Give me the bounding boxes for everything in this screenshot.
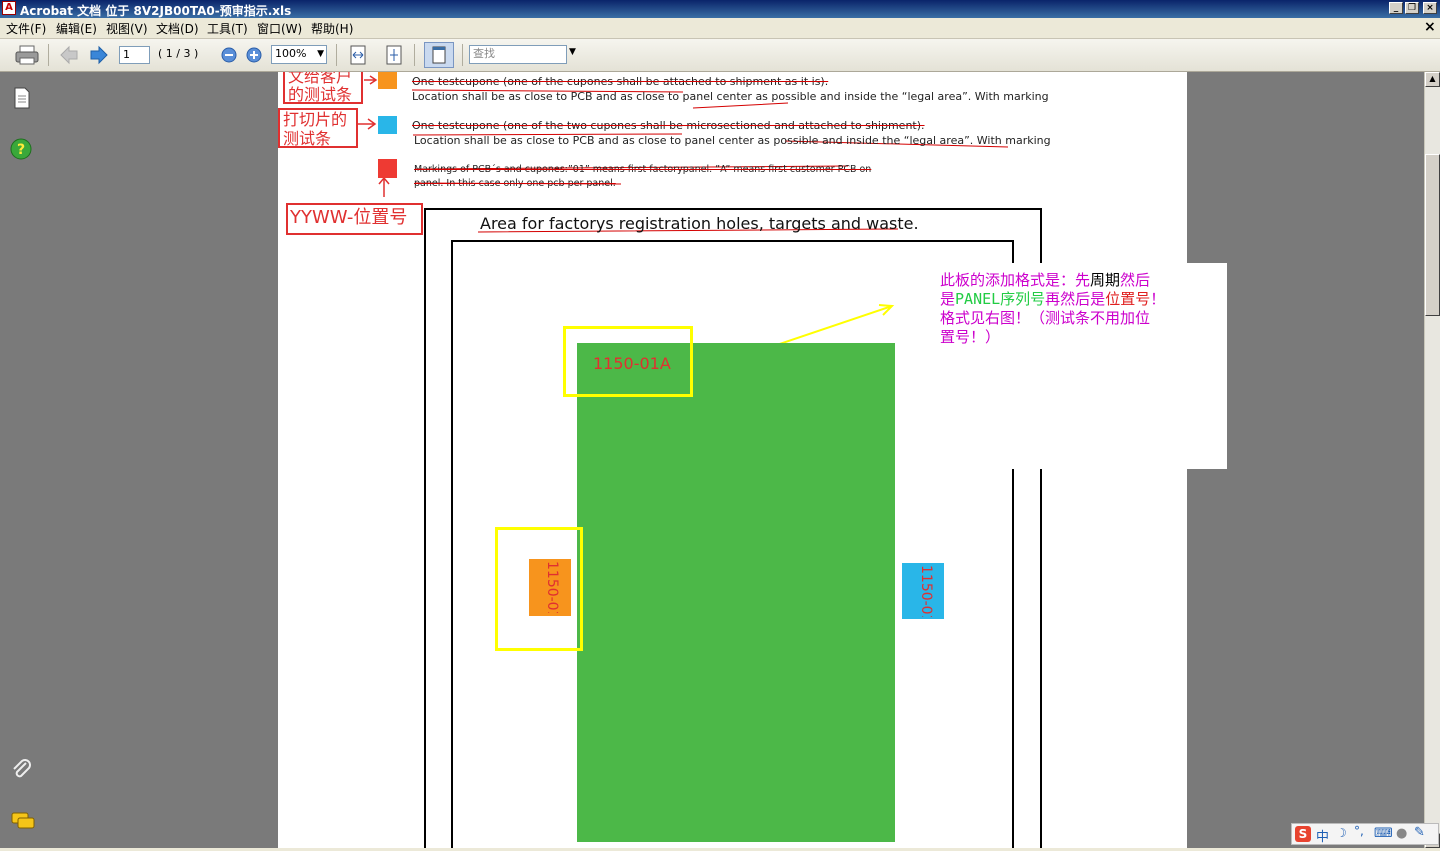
annotation-part3: 然后 (1120, 271, 1151, 289)
annotation-part1: 此板的添加格式是：先 (940, 271, 1091, 289)
pcb-label: 1150-01A (593, 354, 671, 373)
menu-edit[interactable]: 编辑(E) (56, 20, 97, 37)
print-icon[interactable] (14, 43, 40, 67)
annotation-period: 周期 (1090, 271, 1121, 289)
orange-coupon-label: 1150-01 (544, 561, 560, 613)
page-count: ( 1 / 3 ) (158, 47, 199, 60)
note-3a: Markings of PCB´s and cupones:”01” means… (414, 164, 872, 175)
ime-settings-icon[interactable]: ✎ (1414, 825, 1425, 840)
menu-help[interactable]: 帮助(H) (311, 20, 353, 37)
ime-user-icon[interactable]: ● (1396, 826, 1407, 841)
pages-icon[interactable] (12, 86, 32, 110)
ime-keyboard-icon[interactable]: ⌨ (1374, 826, 1393, 841)
fit-page-icon[interactable] (383, 43, 405, 67)
area-title: Area for factorys registration holes, ta… (480, 214, 919, 233)
scroll-up-icon[interactable]: ▲ (1425, 72, 1440, 87)
menu-window[interactable]: 窗口(W) (257, 20, 302, 37)
ime-chinese-icon[interactable]: 中 (1316, 826, 1329, 845)
search-input[interactable]: 查找 (469, 45, 567, 64)
red-swatch (378, 159, 397, 178)
ime-toolbar: S 中 ☽ °, ⌨ ● ✎ (1291, 823, 1439, 845)
menu-file[interactable]: 文件(F) (6, 20, 46, 37)
annotation-position: 位置号 (1105, 290, 1151, 308)
menu-tools[interactable]: 工具(T) (207, 20, 248, 37)
annotation-line4: 置号！） (940, 328, 1001, 346)
search-dropdown-icon[interactable]: ▼ (569, 47, 576, 57)
orange-swatch (378, 72, 397, 89)
annotation-part6: 再然后是 (1045, 290, 1106, 308)
menu-view[interactable]: 视图(V) (106, 20, 148, 37)
pcb-board (577, 343, 895, 842)
doc-close-icon[interactable]: × (1424, 19, 1436, 35)
menu-bar: 文件(F) 编辑(E) 视图(V) 文档(D) 工具(T) 窗口(W) 帮助(H… (0, 18, 1440, 39)
navigation-panel: ? (0, 72, 46, 848)
title-bar: A Acrobat 文档 位于 8V2JB00TA0-预审指示.xls _ ❐ … (0, 0, 1440, 18)
note-2b: Location shall be as close to PCB and as… (414, 134, 1051, 147)
note-1b: Location shall be as close to PCB and as… (412, 90, 1049, 103)
note-2a: One testcupone (one of the two cupones s… (412, 119, 925, 132)
annotation-callout: 此板的添加格式是：先周期然后 是PANEL序列号再然后是位置号！ 格式见右图！（… (934, 263, 1227, 469)
zoom-in-icon[interactable] (245, 43, 263, 67)
minimize-button[interactable]: _ (1389, 2, 1403, 14)
close-button[interactable]: × (1423, 2, 1437, 14)
note-1a: One testcupone (one of the cupones shall… (412, 75, 829, 88)
help-icon[interactable]: ? (10, 138, 32, 160)
prev-page-icon[interactable] (58, 43, 80, 67)
chevron-down-icon: ▼ (317, 49, 324, 59)
vertical-scrollbar[interactable]: ▲ ▼ (1424, 72, 1440, 848)
note-3b: panel. In this case only one pcb per pan… (414, 178, 616, 189)
toolbar: 1 ( 1 / 3 ) 100% ▼ 查找 ▼ (0, 39, 1440, 72)
sogou-icon[interactable]: S (1295, 826, 1311, 842)
zoom-out-icon[interactable] (220, 43, 238, 67)
restore-button[interactable]: ❐ (1405, 2, 1419, 14)
zoom-select[interactable]: 100% ▼ (271, 45, 327, 64)
blue-coupon-label: 1150-01 (918, 565, 934, 617)
window-title: Acrobat 文档 位于 8V2JB00TA0-预审指示.xls (20, 4, 292, 18)
attachment-icon[interactable] (10, 758, 34, 782)
scroll-thumb[interactable] (1425, 154, 1440, 316)
next-page-icon[interactable] (88, 43, 110, 67)
zoom-value: 100% (275, 47, 307, 60)
single-page-icon (432, 46, 446, 64)
annotation-part4: 是 (940, 290, 956, 308)
page-number-input[interactable]: 1 (119, 46, 150, 64)
ime-moon-icon[interactable]: ☽ (1336, 826, 1347, 840)
annotation-line3: 格式见右图！（测试条不用加位 (940, 309, 1151, 327)
ime-punctuation-icon[interactable]: °, (1354, 824, 1364, 838)
blue-swatch (378, 116, 397, 134)
fit-width-icon[interactable] (347, 43, 369, 67)
acrobat-icon: A (2, 1, 16, 15)
comments-icon[interactable] (10, 810, 36, 832)
annotation-part8: ！ (1150, 290, 1166, 308)
single-page-button[interactable] (424, 42, 454, 68)
svg-text:?: ? (17, 142, 25, 158)
annotation-panel-serial: PANEL序列号 (955, 290, 1046, 308)
menu-document[interactable]: 文档(D) (156, 20, 199, 37)
